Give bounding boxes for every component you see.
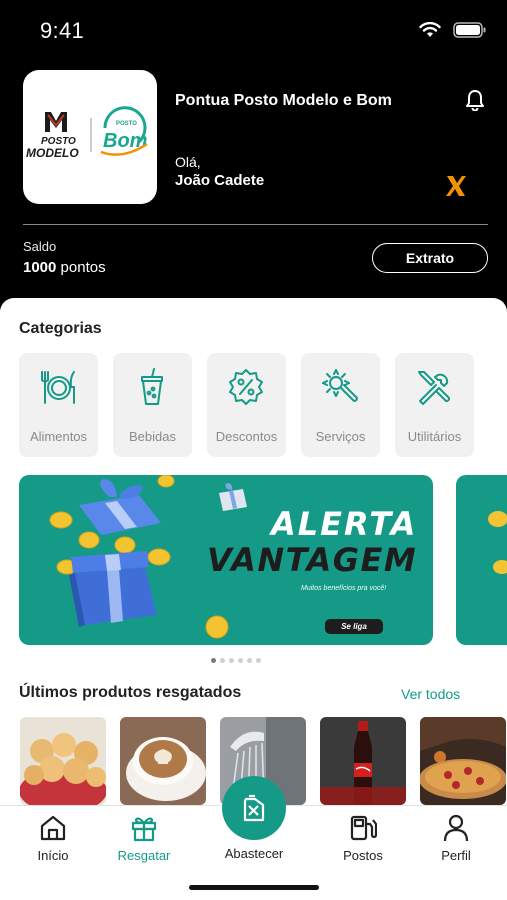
carousel-dot[interactable]	[247, 658, 252, 663]
statement-button[interactable]: Extrato	[372, 243, 488, 273]
category-label: Descontos	[215, 429, 278, 444]
category-servicos[interactable]: Serviços	[301, 353, 380, 457]
plate-cutlery-icon	[41, 371, 75, 404]
user-icon	[443, 814, 469, 842]
category-descontos[interactable]: Descontos	[207, 353, 286, 457]
category-bebidas[interactable]: Bebidas	[113, 353, 192, 457]
user-name: João Cadete	[175, 172, 265, 189]
categories-row: Alimentos Bebidas Descontos Serviços Uti…	[19, 353, 474, 457]
discount-badge-icon	[229, 369, 263, 405]
see-all-link[interactable]: Ver todos	[401, 686, 460, 702]
header: POSTO MODELO POSTO Bom Pontua Posto Mode…	[0, 62, 507, 302]
brand-logo-artwork: POSTO MODELO POSTO Bom	[26, 106, 148, 160]
carousel-dot[interactable]	[256, 658, 261, 663]
tools-icon	[418, 371, 451, 405]
product-thumbnail-pizza[interactable]	[420, 717, 506, 805]
nav-label: Resgatar	[117, 848, 171, 863]
banner-title-line1: ALERTA	[271, 505, 418, 543]
status-icons	[419, 22, 487, 38]
svg-text:POSTO: POSTO	[116, 121, 137, 127]
category-label: Utilitários	[407, 429, 462, 444]
banner-subtitle: Muitos benefícios pra você!	[301, 585, 387, 592]
gift-icon	[131, 817, 157, 842]
drink-cup-icon	[141, 368, 163, 405]
nav-label-abastecer: Abastecer	[224, 846, 284, 861]
category-alimentos[interactable]: Alimentos	[19, 353, 98, 457]
promo-banner[interactable]: ALERTA VANTAGEM Muitos benefícios pra vo…	[19, 475, 433, 645]
nav-label: Perfil	[441, 848, 471, 863]
carousel-dot[interactable]	[220, 658, 225, 663]
banner-title-line2: VANTAGEM	[207, 541, 418, 579]
home-icon	[40, 815, 66, 841]
category-utilitarios[interactable]: Utilitários	[395, 353, 474, 457]
product-thumbnail-cafe[interactable]	[120, 717, 206, 805]
header-divider	[23, 224, 488, 225]
balance-value: 1000 pontos	[23, 259, 106, 276]
fuel-can-icon	[243, 794, 265, 822]
greeting: Olá,	[175, 154, 201, 170]
nav-label: Início	[37, 848, 69, 863]
carousel-dot[interactable]	[238, 658, 243, 663]
gas-station-icon	[350, 815, 377, 841]
carousel-dot[interactable]	[229, 658, 234, 663]
partner-x-logo-icon	[444, 174, 468, 203]
status-time: 9:41	[40, 18, 85, 43]
battery-icon	[453, 22, 486, 38]
category-label: Serviços	[315, 429, 366, 444]
balance-label: Saldo	[23, 239, 57, 254]
app-title: Pontua Posto Modelo e Bom	[175, 92, 392, 109]
wifi-icon	[419, 22, 441, 37]
banner-cta-button[interactable]: Se liga	[325, 619, 383, 634]
home-indicator	[189, 885, 319, 890]
brand-logo: POSTO MODELO POSTO Bom	[23, 70, 157, 204]
banner-next-illustration	[488, 511, 507, 574]
balance-amount: 1000	[23, 259, 57, 276]
category-label: Bebidas	[129, 429, 176, 444]
nav-label: Postos	[343, 848, 383, 863]
balance-unit: pontos	[60, 259, 106, 276]
product-thumbnail-coca-cola[interactable]	[320, 717, 406, 805]
svg-text:MODELO: MODELO	[26, 146, 79, 160]
status-bar: 9:41	[0, 0, 507, 62]
notification-bell-icon[interactable]	[464, 89, 486, 116]
gear-wrench-icon	[322, 369, 358, 402]
category-label: Alimentos	[29, 429, 88, 444]
promo-banner-next[interactable]	[456, 475, 507, 645]
recent-products-title: Últimos produtos resgatados	[19, 684, 242, 701]
categories-title: Categorias	[19, 320, 102, 337]
product-thumbnail-pao-de-queijo[interactable]	[20, 717, 106, 805]
carousel-dot[interactable]	[211, 658, 216, 663]
abastecer-button[interactable]	[222, 776, 286, 840]
carousel-dots	[211, 658, 261, 663]
